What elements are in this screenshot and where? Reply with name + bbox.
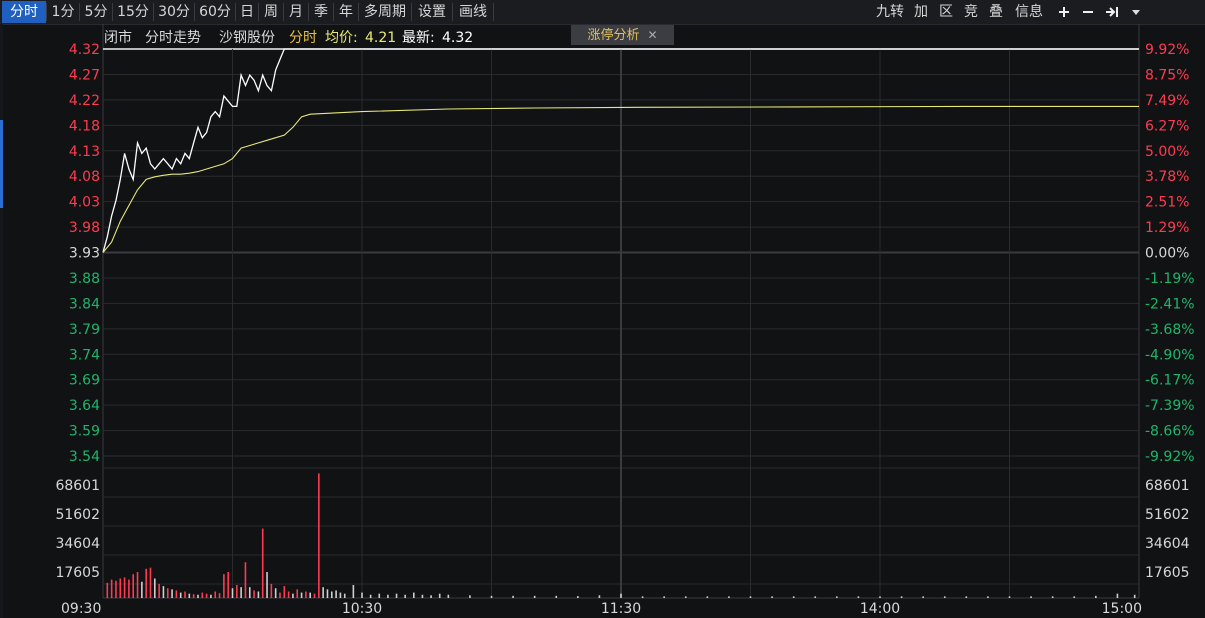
latest-value: 4.32 — [442, 30, 473, 46]
percent-tick-label: 9.92% — [1145, 42, 1189, 58]
volume-tick-label-right: 68601 — [1145, 478, 1190, 494]
percent-tick-label: -4.90% — [1145, 347, 1195, 363]
time-tick-label: 11:30 — [601, 601, 641, 617]
volume-tick-label-left: 51602 — [55, 507, 100, 523]
period-tab-4[interactable]: 30分 — [154, 1, 194, 23]
percent-tick-label: -8.66% — [1145, 424, 1195, 440]
close-icon[interactable]: ✕ — [647, 28, 657, 42]
percent-tick-label: 3.78% — [1145, 169, 1189, 185]
volume-tick-label-right: 17605 — [1145, 565, 1190, 581]
percent-tick-label: -1.19% — [1145, 271, 1195, 287]
volume-tick-label-right: 34604 — [1145, 536, 1190, 552]
percent-tick-label: -6.17% — [1145, 373, 1195, 389]
toolbar: 分时 1分 5分 15分 30分 60分日周月季年多周期 设置 画线 九转加区竞叠信息 — [0, 0, 1205, 25]
period-tab-8[interactable]: 月 — [284, 1, 308, 23]
price-tick-label: 4.18 — [69, 118, 100, 134]
jump-end-icon[interactable] — [1101, 1, 1123, 23]
intraday-chart[interactable]: 4.32 4.27 4.22 4.18 4.13 4.08 4.03 3.98 3.93 3.88… — [0, 24, 1205, 618]
price-tick-label: 3.79 — [69, 322, 100, 338]
price-tick-label: 3.54 — [69, 449, 100, 465]
volume-axis-labels: 68601 68601 51602 51602 34604 34604 17605 17605 — [55, 478, 1189, 581]
volume-tick-label-left: 34604 — [55, 536, 100, 552]
price-tick-label: 3.59 — [69, 424, 100, 440]
price-tick-label: 3.84 — [69, 296, 100, 312]
percent-tick-label: 8.75% — [1145, 67, 1189, 83]
chevron-down-icon[interactable] — [1125, 1, 1147, 23]
period-tab-13[interactable]: 画线 — [453, 1, 493, 23]
period-tab-2[interactable]: 5分 — [80, 1, 112, 23]
plus-icon[interactable] — [1053, 1, 1075, 23]
limit-up-analysis-label: 涨停分析 — [587, 28, 640, 43]
price-tick-label: 3.74 — [69, 347, 100, 363]
period-tab-1[interactable]: 1分 — [47, 1, 79, 23]
toolbar-separator — [493, 3, 494, 21]
percent-tick-label: 5.00% — [1145, 144, 1189, 160]
avg-label: 均价: — [325, 30, 358, 46]
latest-label: 最新: — [402, 30, 435, 46]
time-tick-label: 15:00 — [1102, 601, 1142, 617]
time-tick-label: 09:30 — [61, 601, 101, 617]
volume-tick-label-left: 68601 — [55, 478, 100, 494]
time-axis-labels: 09:30 10:30 11:30 14:00 15:00 — [61, 601, 1142, 617]
period-tab-9[interactable]: 季 — [309, 1, 333, 23]
price-tick-label: 4.08 — [69, 169, 100, 185]
price-tick-label: 3.93 — [69, 246, 100, 262]
tool-button-3[interactable]: 竞 — [959, 1, 983, 23]
info-bar: 闭市 分时走势 沙钢股份 分时 均价: 4.21 最新: 4.32 — [104, 29, 473, 46]
mode-text: 分时 — [289, 30, 317, 46]
tool-button-1[interactable]: 加 — [909, 1, 933, 23]
price-tick-label: 3.64 — [69, 398, 100, 414]
price-tick-label: 3.88 — [69, 271, 100, 287]
percent-tick-label: 2.51% — [1145, 195, 1189, 211]
percent-tick-label: 0.00% — [1145, 246, 1189, 262]
percent-axis-labels: 9.92% 8.75% 7.49% 6.27% 5.00% 3.78% 2.51% 1.29%… — [1145, 42, 1195, 465]
period-tab-10[interactable]: 年 — [334, 1, 358, 23]
limit-up-analysis-button[interactable]: 涨停分析 ✕ — [571, 25, 674, 45]
tool-button-4[interactable]: 叠 — [984, 1, 1008, 23]
volume-tick-label-left: 17605 — [55, 565, 100, 581]
percent-tick-label: 7.49% — [1145, 93, 1189, 109]
tool-button-0[interactable]: 九转 — [872, 1, 908, 23]
period-tab-11[interactable]: 多周期 — [359, 1, 411, 23]
percent-tick-label: 1.29% — [1145, 220, 1189, 236]
tool-button-2[interactable]: 区 — [934, 1, 958, 23]
time-tick-label: 10:30 — [342, 601, 382, 617]
price-tick-label: 4.13 — [69, 144, 100, 160]
percent-tick-label: -7.39% — [1145, 398, 1195, 414]
volume-tick-label-right: 51602 — [1145, 507, 1190, 523]
minus-icon[interactable] — [1077, 1, 1099, 23]
percent-tick-label: 6.27% — [1145, 118, 1189, 134]
period-tab-5[interactable]: 60分 — [195, 1, 235, 23]
period-tab-3[interactable]: 15分 — [113, 1, 153, 23]
price-tick-label: 3.98 — [69, 220, 100, 236]
price-tick-label: 4.32 — [69, 42, 100, 58]
period-tab-7[interactable]: 周 — [259, 1, 283, 23]
price-tick-label: 3.69 — [69, 373, 100, 389]
period-tab-12[interactable]: 设置 — [412, 1, 452, 23]
price-tick-label: 4.22 — [69, 93, 100, 109]
view-name-text: 分时走势 — [145, 30, 201, 46]
chart-grid — [102, 24, 1140, 599]
price-axis-labels: 4.32 4.27 4.22 4.18 4.13 4.08 4.03 3.98 3.93 3.88… — [69, 42, 100, 465]
percent-tick-label: -3.68% — [1145, 322, 1195, 338]
price-tick-label: 4.27 — [69, 67, 100, 83]
avg-value: 4.21 — [365, 30, 396, 46]
tool-button-5[interactable]: 信息 — [1009, 1, 1049, 23]
period-tab-6[interactable]: 日 — [236, 1, 258, 23]
time-tick-label: 14:00 — [860, 601, 900, 617]
status-text: 闭市 — [104, 29, 132, 46]
period-tab-0[interactable]: 分时 — [2, 1, 46, 23]
stock-name-text: 沙钢股份 — [219, 30, 275, 46]
percent-tick-label: -2.41% — [1145, 296, 1195, 312]
price-tick-label: 4.03 — [69, 195, 100, 211]
percent-tick-label: -9.92% — [1145, 449, 1195, 465]
